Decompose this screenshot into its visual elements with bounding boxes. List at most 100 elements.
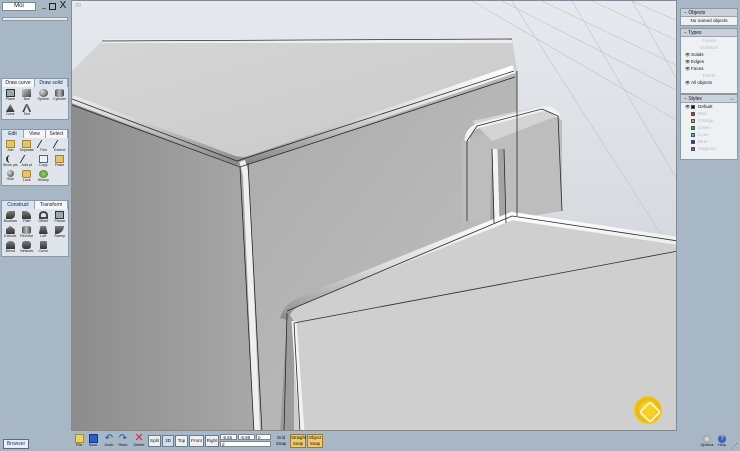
type-edges[interactable]: 👁Edges xyxy=(681,58,737,65)
extend-tool[interactable]: Extend xyxy=(52,139,69,154)
copy-icon xyxy=(38,155,48,163)
style-item[interactable]: Blue xyxy=(681,138,737,145)
left-panel: Moi _ X Draw curve Draw solid Plane Box … xyxy=(0,0,70,451)
view-front-button[interactable]: Front xyxy=(189,435,204,447)
join-tool[interactable]: Join xyxy=(2,139,19,154)
curve-tool[interactable]: Curve xyxy=(35,240,52,255)
browser-button[interactable]: Browser xyxy=(3,439,29,449)
box-icon xyxy=(22,89,32,97)
type-points[interactable]: Points xyxy=(681,72,737,79)
redo-button[interactable]: ↷ Redo xyxy=(116,433,130,450)
color-swatch[interactable] xyxy=(691,132,695,137)
styles-header[interactable]: − Styles → xyxy=(681,95,737,103)
tab-draw-curve[interactable]: Draw curve xyxy=(2,79,35,87)
type-solids[interactable]: 👁Solids xyxy=(681,51,737,58)
restore-button[interactable] xyxy=(49,3,56,10)
style-label: Red xyxy=(698,111,707,116)
coord-distance-field[interactable]: d xyxy=(220,441,271,447)
sphere-tool[interactable]: Sphere xyxy=(35,88,52,103)
tab-select[interactable]: Select xyxy=(46,130,68,138)
history-icon xyxy=(38,170,48,178)
coord-x-field[interactable]: -8.55 xyxy=(220,434,237,440)
type-faces[interactable]: 👁Faces xyxy=(681,65,737,72)
color-swatch[interactable] xyxy=(691,118,695,123)
cylinder-tool[interactable]: Cylinder xyxy=(52,88,69,103)
draw-palette: Draw curve Draw solid Plane Box Sphere C… xyxy=(1,78,69,120)
objects-header[interactable]: − Objects xyxy=(681,9,737,17)
style-item[interactable]: Orange xyxy=(681,117,737,124)
cone-tool[interactable]: Cone xyxy=(2,103,19,118)
color-swatch[interactable] xyxy=(691,139,695,144)
fillet-tool[interactable]: Fillet xyxy=(19,210,36,225)
close-button[interactable]: X xyxy=(58,0,68,11)
color-swatch[interactable] xyxy=(691,111,695,116)
network-tool[interactable]: Network xyxy=(19,240,36,255)
resize-grip-icon[interactable]: ⋰ xyxy=(731,442,739,450)
view-3d-button[interactable]: 3D xyxy=(162,435,174,447)
history-tool[interactable]: History xyxy=(35,169,52,184)
arrow-right-icon[interactable]: → xyxy=(729,95,735,103)
blend-tool[interactable]: Blend xyxy=(2,240,19,255)
coord-y-field[interactable]: -6.98 xyxy=(238,434,255,440)
app-title-box[interactable]: Moi xyxy=(2,2,36,11)
types-section: − Types Curves Surfaces 👁Solids 👁Edges 👁… xyxy=(680,28,738,94)
copy-tool[interactable]: Copy xyxy=(35,154,52,169)
command-input-strip[interactable] xyxy=(2,17,68,21)
options-button[interactable]: Options xyxy=(700,434,714,450)
minimize-button[interactable]: _ xyxy=(40,2,48,11)
coord-z-field[interactable]: 0 xyxy=(256,434,271,440)
revolve-tool[interactable]: Revolve xyxy=(19,225,36,240)
delete-button[interactable]: ✕ Delete xyxy=(132,433,146,450)
save-button[interactable]: Save xyxy=(86,433,100,450)
grid-snap-toggle[interactable]: Grid Snap xyxy=(274,434,288,448)
trim-tool[interactable]: Trim xyxy=(35,139,52,154)
tab-edit[interactable]: Edit xyxy=(2,130,24,138)
view-top-button[interactable]: Top xyxy=(175,435,188,447)
model-canvas[interactable] xyxy=(72,1,677,431)
type-all-objects[interactable]: 👁All objects xyxy=(681,79,737,86)
text-tool[interactable]: Text xyxy=(19,103,36,118)
view-split-button[interactable]: Split xyxy=(148,435,161,447)
color-swatch[interactable] xyxy=(691,146,695,151)
planar-tool[interactable]: Planar xyxy=(52,210,69,225)
loft-tool[interactable]: Loft xyxy=(35,225,52,240)
tab-construct[interactable]: Construct xyxy=(2,201,35,209)
bottom-toolbar: File Save ↶ Undo ↷ Redo ✕ Delete Split 3D T… xyxy=(71,432,677,451)
folder-icon xyxy=(74,434,84,443)
color-swatch[interactable] xyxy=(691,104,695,109)
plane-tool[interactable]: Plane xyxy=(2,88,19,103)
style-item[interactable]: Magenta xyxy=(681,145,737,152)
hide-tool[interactable]: Hide xyxy=(2,169,19,184)
style-item[interactable]: Cyan xyxy=(681,131,737,138)
show-points-tool[interactable]: Show pts xyxy=(2,154,19,169)
boolean-tool[interactable]: Boolean xyxy=(2,210,19,225)
tab-transform[interactable]: Transform xyxy=(35,201,68,209)
offset-tool[interactable]: Offset xyxy=(35,210,52,225)
help-button[interactable]: ? Help xyxy=(715,434,729,450)
style-item[interactable]: 👁 Default xyxy=(681,103,737,110)
tab-draw-solid[interactable]: Draw solid xyxy=(35,79,68,87)
undo-button[interactable]: ↶ Undo xyxy=(102,433,116,450)
color-swatch[interactable] xyxy=(691,125,695,130)
type-surfaces[interactable]: Surfaces xyxy=(681,44,737,51)
style-item[interactable]: Red xyxy=(681,110,737,117)
view-right-button[interactable]: Right xyxy=(205,435,219,447)
file-button[interactable]: File xyxy=(72,433,86,450)
straight-snap-toggle[interactable]: Straight Snap xyxy=(290,434,306,448)
tab-view[interactable]: View xyxy=(24,130,46,138)
types-header[interactable]: − Types xyxy=(681,29,737,37)
paste-tool[interactable]: Paste xyxy=(52,154,69,169)
sweep-tool[interactable]: Sweep xyxy=(52,225,69,240)
style-item[interactable]: Green xyxy=(681,124,737,131)
3d-viewport[interactable]: 3D xyxy=(71,0,677,431)
separate-tool[interactable]: Separate xyxy=(19,139,36,154)
cylinder-icon xyxy=(55,89,65,97)
lock-tool[interactable]: Lock xyxy=(19,169,36,184)
object-snap-toggle[interactable]: Object Snap xyxy=(307,434,323,448)
extrude-tool[interactable]: Extrude xyxy=(2,225,19,240)
type-curves[interactable]: Curves xyxy=(681,37,737,44)
add-point-tool[interactable]: Add pt xyxy=(19,154,36,169)
box-tool[interactable]: Box xyxy=(19,88,36,103)
edit-tabs: Edit View Select xyxy=(2,130,68,138)
loft-icon xyxy=(38,226,48,234)
